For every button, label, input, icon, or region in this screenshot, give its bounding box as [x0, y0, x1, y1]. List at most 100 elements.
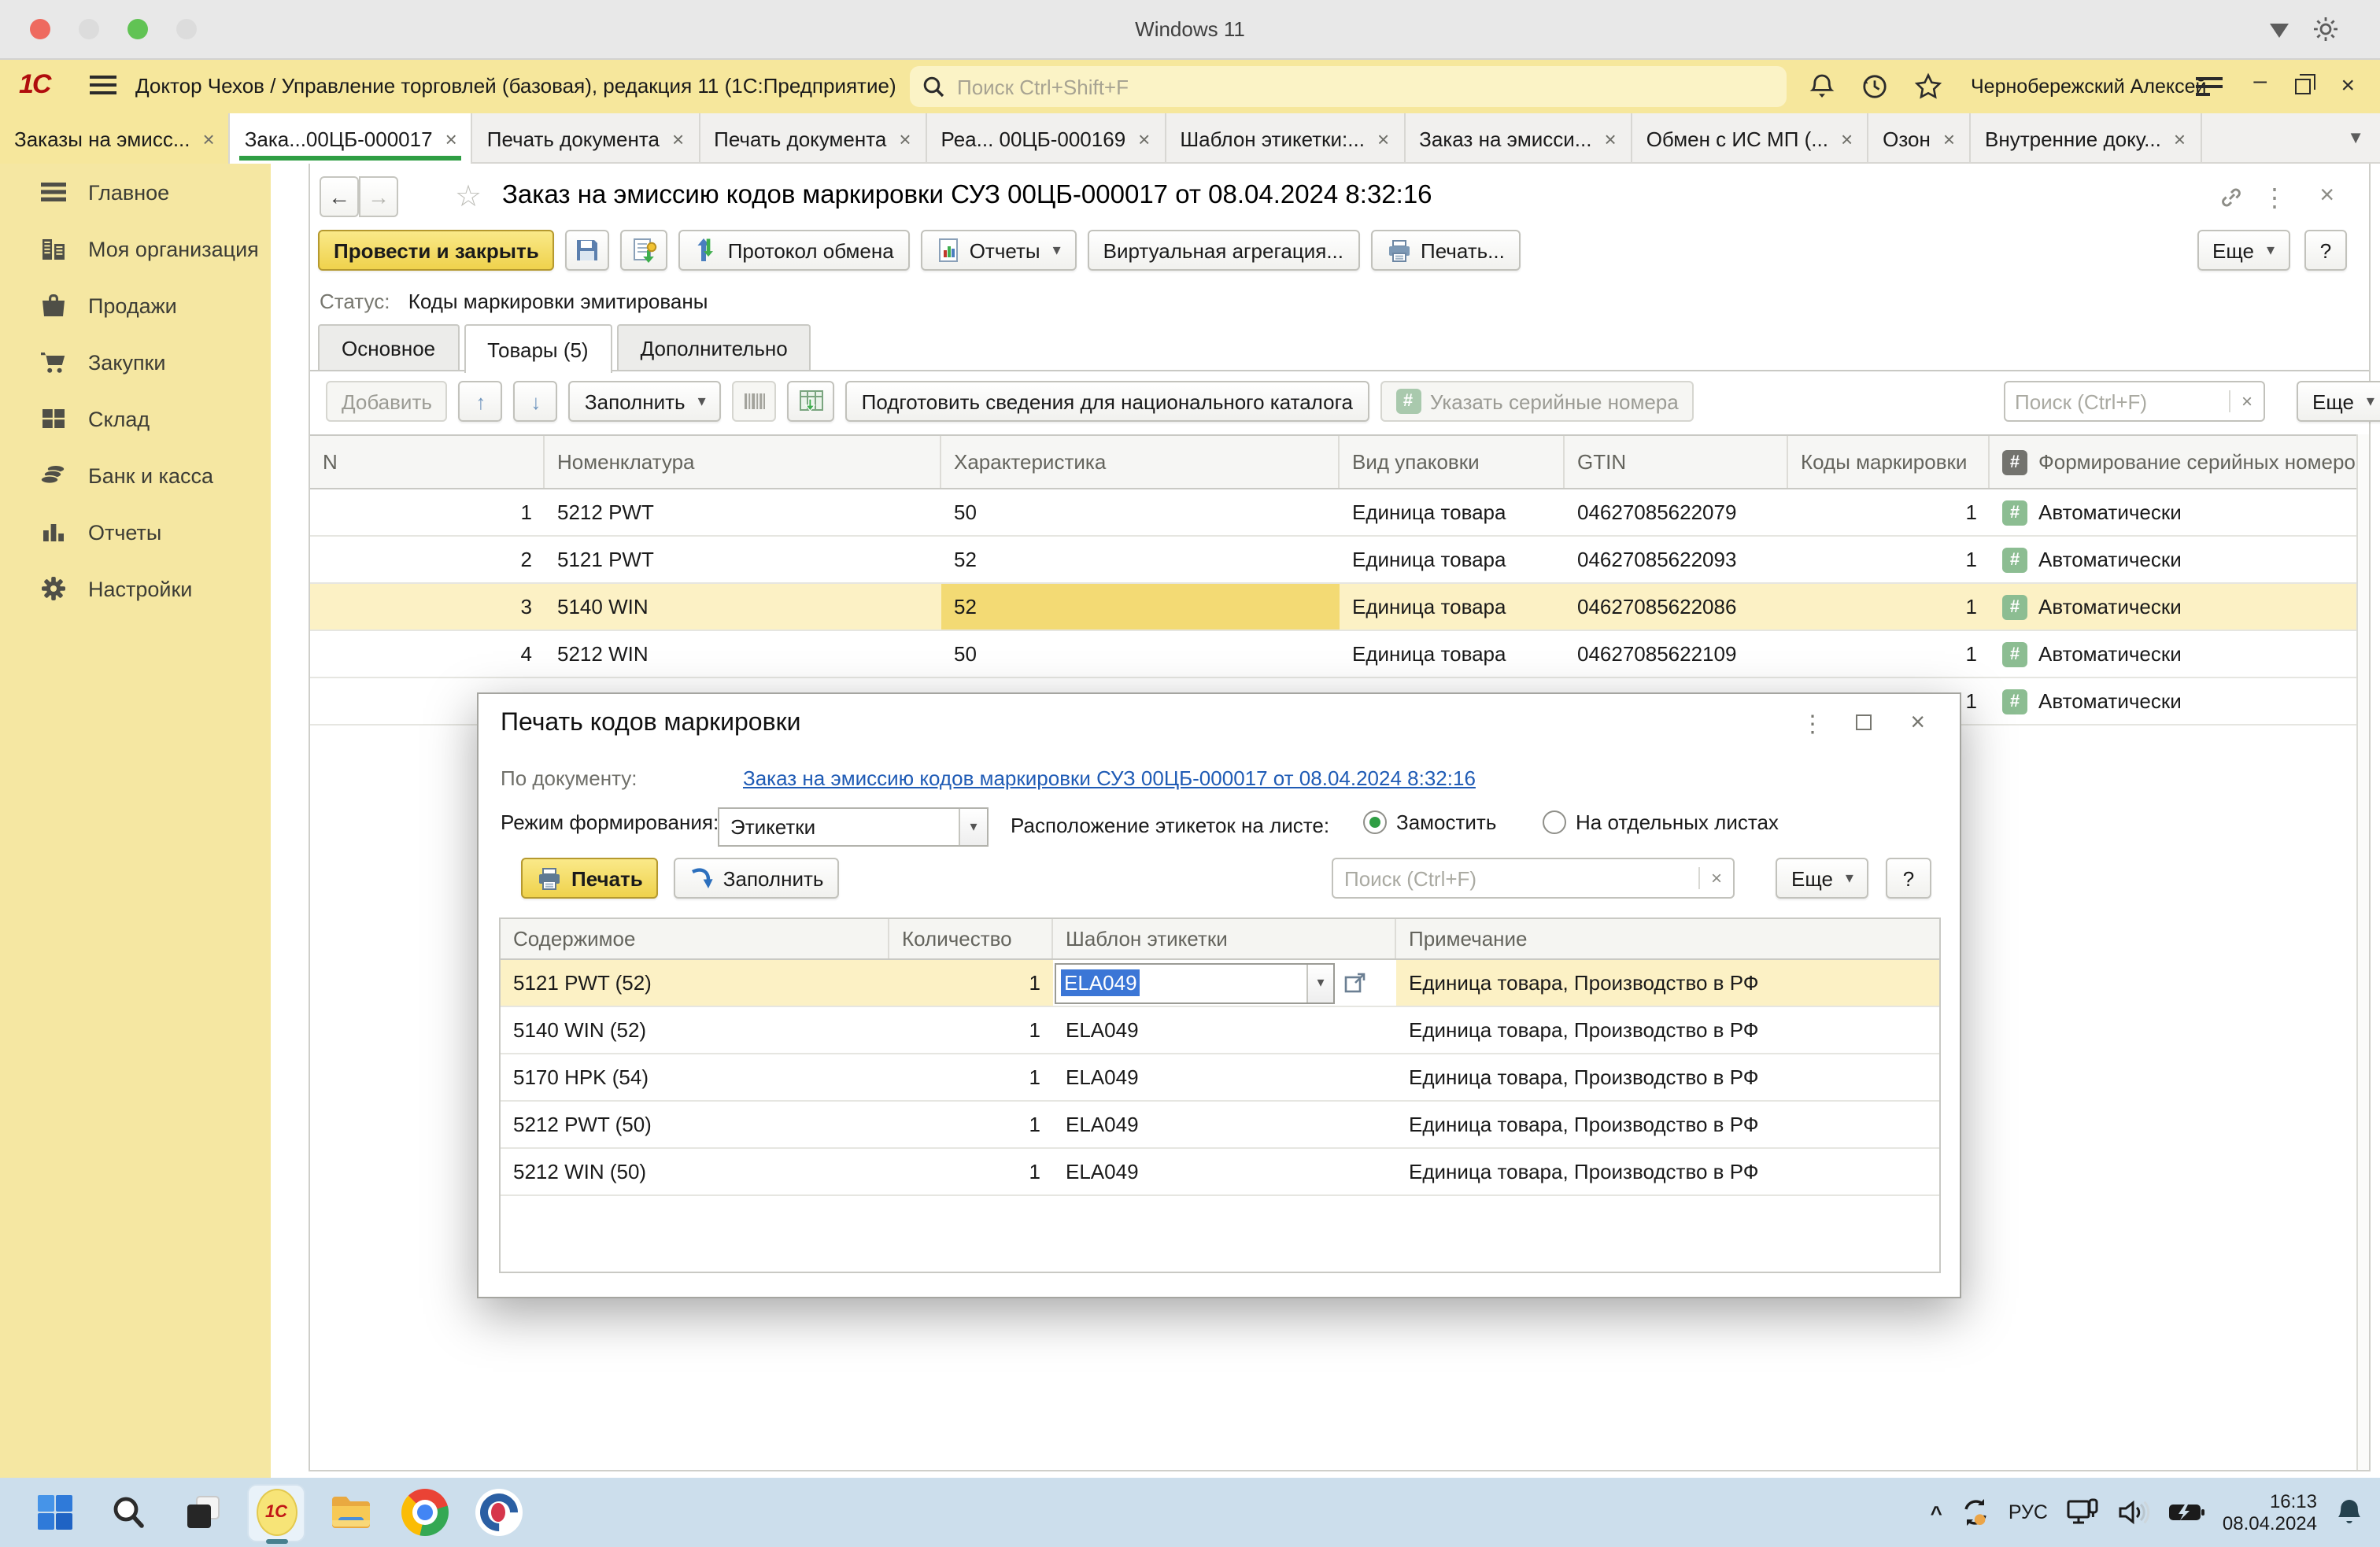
current-user[interactable]: Чернобережский Алексей	[1971, 76, 2206, 98]
tab-additional[interactable]: Дополнительно	[617, 324, 811, 371]
combo-dropdown-icon[interactable]: ▾	[959, 809, 987, 845]
prepare-national-catalog-button[interactable]: Подготовить сведения для национального к…	[846, 381, 1369, 422]
sidebar-item-warehouse[interactable]: Склад	[0, 390, 271, 447]
fill-button[interactable]: Заполнить	[674, 858, 840, 899]
battery-icon[interactable]	[2168, 1501, 2205, 1523]
table-row[interactable]: 1 5212 PWT 50 Единица товара 04627085622…	[310, 489, 2360, 537]
tray-chevron-up-icon[interactable]: ^	[1931, 1501, 1942, 1524]
forward-button[interactable]: →	[359, 176, 398, 217]
virtual-aggregation-button[interactable]: Виртуальная агрегация...	[1088, 230, 1359, 271]
sidebar-item-purchases[interactable]: Закупки	[0, 334, 271, 390]
clear-search-icon[interactable]: ×	[2229, 390, 2264, 412]
dialog-more-button[interactable]: Еще▾	[1776, 858, 1869, 899]
print-menu-button[interactable]: Печать...	[1370, 230, 1521, 271]
notifications-bell-icon[interactable]	[1809, 72, 1835, 101]
combo-dropdown-icon[interactable]: ▾	[1306, 964, 1333, 1002]
mode-combobox[interactable]: Этикетки ▾	[718, 807, 989, 847]
form-more-dots-icon[interactable]: ⋮	[2262, 183, 2287, 214]
open-template-icon[interactable]	[1344, 973, 1366, 993]
post-document-button[interactable]	[621, 230, 668, 271]
dialog-more-dots-icon[interactable]: ⋮	[1801, 710, 1824, 738]
tab-print-document-2[interactable]: Печать документа×	[700, 113, 926, 164]
tab-internal-documents[interactable]: Внутренние доку...×	[1971, 113, 2201, 164]
vertical-scrollbar[interactable]	[2356, 434, 2369, 1470]
col-header-marking-codes[interactable]: Коды маркировки	[1788, 436, 1990, 488]
fill-button[interactable]: Заполнить▾	[569, 381, 722, 422]
save-button[interactable]	[566, 230, 610, 271]
post-and-close-button[interactable]: Провести и закрыть	[318, 230, 555, 271]
form-close-icon[interactable]: ×	[2319, 183, 2334, 211]
set-serial-numbers-button[interactable]: # Указать серийные номера	[1380, 381, 1694, 422]
global-search[interactable]	[910, 66, 1787, 107]
sidebar-item-main[interactable]: Главное	[0, 164, 271, 220]
tab-close-icon[interactable]: ×	[2174, 127, 2186, 150]
col-header-n[interactable]: N	[310, 436, 545, 488]
barcode-scan-button[interactable]	[733, 381, 777, 422]
goods-search-input[interactable]	[2005, 390, 2229, 413]
main-menu-icon[interactable]	[90, 76, 116, 99]
sidebar-item-bank[interactable]: Банк и касса	[0, 447, 271, 504]
tab-orders-emission-list[interactable]: Заказы на эмисс...×	[0, 113, 231, 164]
back-button[interactable]: ←	[320, 176, 359, 217]
document-link[interactable]: Заказ на эмиссию кодов маркировки СУЗ 00…	[743, 766, 1476, 790]
col-header-quantity[interactable]: Количество	[889, 919, 1053, 958]
col-header-content[interactable]: Содержимое	[501, 919, 889, 958]
dialog-close-icon[interactable]: ×	[1910, 710, 1925, 738]
table-row[interactable]: 2 5121 PWT 52 Единица товара 04627085622…	[310, 537, 2360, 584]
tab-close-icon[interactable]: ×	[203, 127, 215, 150]
tab-goods[interactable]: Товары (5)	[464, 324, 612, 373]
reports-button[interactable]: Отчеты ▾	[921, 230, 1077, 271]
col-header-serial-generation[interactable]: # Формирование серийных номеров	[1990, 436, 2360, 488]
1c-app-button[interactable]: 1С	[247, 1483, 305, 1541]
col-header-note[interactable]: Примечание	[1396, 919, 1939, 958]
sync-icon[interactable]	[1960, 1497, 1991, 1528]
tab-overflow-icon[interactable]: ▼	[2331, 128, 2380, 147]
table-row-selected[interactable]: 3 5140 WIN 52 Единица товара 04627085622…	[310, 584, 2360, 631]
dialog-help-button[interactable]: ?	[1886, 858, 1931, 899]
load-table-button[interactable]	[788, 381, 835, 422]
favorite-star-icon[interactable]: ☆	[455, 179, 482, 216]
goods-more-button[interactable]: Еще▾	[2297, 381, 2380, 422]
sidebar-item-sales[interactable]: Продажи	[0, 277, 271, 334]
tab-realization-00cb-000169[interactable]: Реа... 00ЦБ-000169×	[927, 113, 1166, 164]
network-display-icon[interactable]	[2065, 1497, 2100, 1528]
table-row[interactable]: 4 5212 WIN 50 Единица товара 04627085622…	[310, 631, 2360, 678]
app-restore-button[interactable]	[2295, 79, 2311, 94]
dialog-search-input[interactable]	[1333, 866, 1698, 890]
radio-separate-sheets[interactable]: На отдельных листах	[1543, 810, 1779, 834]
task-view-button[interactable]	[173, 1483, 231, 1541]
global-search-input[interactable]	[954, 73, 1774, 100]
move-row-up-button[interactable]: ↑	[459, 381, 503, 422]
favorites-star-icon[interactable]	[1914, 72, 1942, 101]
table-row[interactable]: 5212 PWT (50) 1 ELA049 Единица товара, П…	[501, 1102, 1939, 1149]
link-icon[interactable]	[2219, 186, 2243, 209]
tab-main[interactable]: Основное	[318, 324, 459, 371]
file-explorer-button[interactable]	[321, 1483, 379, 1541]
vm-settings-gear-icon[interactable]	[2312, 16, 2339, 42]
tab-label-template[interactable]: Шаблон этикетки:...×	[1166, 113, 1405, 164]
col-header-nomenclature[interactable]: Номенклатура	[545, 436, 941, 488]
sidebar-item-organization[interactable]: Моя организация	[0, 220, 271, 277]
sidebar-item-settings[interactable]: Настройки	[0, 560, 271, 617]
tab-close-icon[interactable]: ×	[445, 127, 457, 150]
col-header-template[interactable]: Шаблон этикетки	[1053, 919, 1396, 958]
tab-exchange-is-mp[interactable]: Обмен с ИС МП (...×	[1632, 113, 1868, 164]
col-header-gtin[interactable]: GTIN	[1565, 436, 1788, 488]
table-row[interactable]: 5212 WIN (50) 1 ELA049 Единица товара, П…	[501, 1149, 1939, 1196]
chrome-button[interactable]	[395, 1483, 453, 1541]
tab-close-icon[interactable]: ×	[1138, 127, 1150, 150]
clock[interactable]: 16:13 08.04.2024	[2223, 1490, 2317, 1534]
tab-close-icon[interactable]: ×	[1943, 127, 1955, 150]
table-row[interactable]: 5140 WIN (52) 1 ELA049 Единица товара, П…	[501, 1007, 1939, 1054]
col-header-characteristic[interactable]: Характеристика	[941, 436, 1340, 488]
consultant-app-button[interactable]	[469, 1483, 527, 1541]
dialog-maximize-icon[interactable]	[1856, 714, 1872, 730]
tab-close-icon[interactable]: ×	[1841, 127, 1853, 150]
tab-close-icon[interactable]: ×	[1377, 127, 1389, 150]
history-icon[interactable]	[1861, 72, 1889, 101]
notifications-bell-icon[interactable]	[2334, 1497, 2364, 1528]
taskbar-search-button[interactable]	[99, 1483, 157, 1541]
col-header-packaging[interactable]: Вид упаковки	[1340, 436, 1565, 488]
volume-icon[interactable]	[2117, 1498, 2150, 1527]
move-row-down-button[interactable]: ↓	[514, 381, 558, 422]
